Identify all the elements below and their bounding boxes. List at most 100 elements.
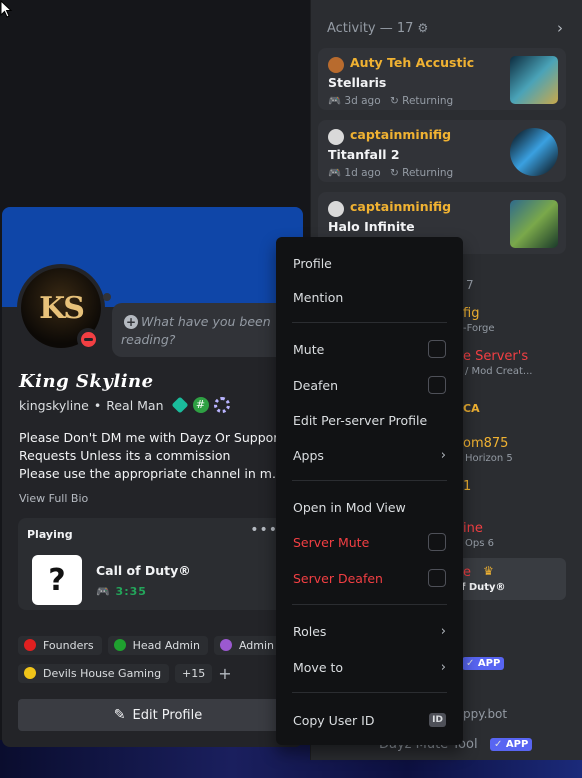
menu-item-mute[interactable]: Mute (284, 334, 455, 364)
role-color-dot (113, 639, 126, 651)
menu-item-label: Server Mute (293, 534, 370, 550)
role-pill[interactable]: Head Admin (107, 635, 208, 655)
activity-status: Returning (402, 95, 454, 107)
member-name: e (463, 565, 471, 580)
role-pill[interactable]: Founders (18, 635, 102, 655)
member-activity: Horizon 5 (465, 453, 513, 464)
menu-item-move-to[interactable]: Move to › (284, 652, 455, 682)
role-name: Founders (43, 638, 94, 652)
menu-item-profile[interactable]: Profile (284, 248, 455, 278)
chevron-right-icon: › (440, 447, 446, 463)
member-name[interactable]: ine (463, 521, 483, 536)
game-icon: ? (32, 555, 82, 605)
server-deafen-checkbox[interactable] (428, 569, 446, 587)
activity-meta: 🎮 3d ago ↻ Returning (328, 94, 453, 107)
menu-item-label: Deafen (293, 377, 338, 393)
mute-checkbox[interactable] (428, 340, 446, 358)
view-full-bio-link[interactable]: View Full Bio (19, 492, 88, 505)
menu-item-deafen[interactable]: Deafen (284, 370, 455, 400)
gear-icon[interactable]: ⚙ (417, 21, 428, 35)
separator-dot: • (93, 397, 102, 413)
menu-item-roles[interactable]: Roles › (284, 616, 455, 646)
username[interactable]: kingskyline (19, 398, 89, 413)
menu-item-label: Edit Per-server Profile (293, 412, 428, 428)
bio: Please Don't DM me with Dayz Or Support … (19, 429, 289, 483)
custom-status-bubble[interactable]: + What have you been reading? (112, 303, 303, 357)
member-name[interactable]: 1 (463, 479, 471, 494)
menu-item-label: Open in Mod View (293, 499, 406, 515)
activity-time: 3d ago (344, 95, 381, 107)
gamepad-icon: 🎮 (328, 167, 342, 179)
user-avatar (328, 129, 344, 145)
activity-section: Playing ••• ? Call of Duty® 🎮 3:35 (18, 518, 288, 610)
menu-separator (292, 692, 447, 693)
bio-line: Please use the appropriate channel in my… (19, 466, 289, 481)
chevron-right-icon: › (440, 623, 446, 639)
game-thumbnail (510, 200, 558, 248)
menu-separator (292, 480, 447, 481)
menu-item-mention[interactable]: Mention (284, 282, 455, 312)
menu-item-server-mute[interactable]: Server Mute (284, 527, 455, 557)
menu-item-open-in-mod-view[interactable]: Open in Mod View (284, 492, 455, 522)
activity-header[interactable]: Activity — 17 ⚙ › (327, 18, 563, 38)
menu-item-server-deafen[interactable]: Server Deafen (284, 563, 455, 593)
deafen-checkbox[interactable] (428, 376, 446, 394)
game-thumbnail (510, 128, 558, 176)
edit-profile-label: Edit Profile (132, 707, 203, 723)
roles-list: Founders Head Admin Admin Devils House G… (18, 631, 302, 687)
elapsed-time: 3:35 (115, 585, 147, 598)
boost-badge-icon[interactable] (213, 397, 230, 413)
game-thumbnail (510, 56, 558, 104)
server-mute-checkbox[interactable] (428, 533, 446, 551)
member-name[interactable]: e Server's (463, 349, 528, 364)
user-avatar (328, 201, 344, 217)
display-name: King Skyline (19, 371, 154, 392)
status-bubble-tail (103, 293, 111, 301)
role-pill[interactable]: Devils House Gaming (18, 663, 170, 683)
returning-icon: ↻ (389, 95, 399, 107)
add-role-icon[interactable]: + (218, 664, 231, 683)
menu-item-label: Server Deafen (293, 570, 383, 586)
activity-status: Returning (402, 167, 454, 179)
menu-item-apps[interactable]: Apps › (284, 440, 455, 470)
role-pill[interactable]: Admin (213, 635, 283, 655)
do-not-disturb-icon (80, 331, 96, 347)
role-name: Devils House Gaming (43, 666, 162, 680)
activity-game: Halo Infinite (328, 219, 415, 234)
activity-username: captainminifig (350, 199, 452, 214)
gamepad-icon: 🎮 (328, 95, 342, 107)
activity-username: Auty Teh Accustic (350, 55, 475, 70)
app-tag: ✓ APP (490, 738, 533, 751)
chevron-right-icon[interactable]: › (557, 19, 563, 37)
menu-item-label: Copy User ID (293, 712, 375, 728)
member-row-selected[interactable]: e ♛ f Duty® (459, 558, 566, 600)
role-name: Admin (238, 638, 275, 652)
activity-game: Titanfall 2 (328, 147, 400, 162)
avatar-monogram: KS (39, 290, 85, 326)
member-list-text: 7 (466, 278, 474, 292)
hashtag-badge-icon[interactable]: # (192, 397, 209, 413)
role-color-dot (24, 639, 36, 651)
more-options-icon[interactable]: ••• (250, 522, 278, 538)
id-badge-icon: ID (429, 713, 446, 727)
edit-profile-button[interactable]: ✎ Edit Profile (18, 699, 298, 731)
activity-card[interactable]: Auty Teh Accustic Stellaris 🎮 3d ago ↻ R… (318, 48, 566, 110)
hypesquad-badge-icon[interactable] (171, 396, 189, 414)
user-profile-popout: KS + What have you been reading? King Sk… (2, 207, 303, 747)
user-context-menu: Profile Mention Mute Deafen Edit Per-ser… (276, 237, 463, 745)
game-elapsed: 🎮 3:35 (96, 585, 147, 598)
activity-username: captainminifig (350, 127, 452, 142)
menu-item-edit-per-server-profile[interactable]: Edit Per-server Profile (284, 405, 455, 435)
member-name[interactable]: CA (463, 402, 480, 415)
member-name[interactable]: fig (463, 306, 479, 321)
more-roles-button[interactable]: +15 (175, 663, 213, 683)
menu-separator (292, 604, 447, 605)
activity-title: Activity — 17 (327, 20, 414, 36)
menu-item-copy-user-id[interactable]: Copy User ID ID (284, 705, 455, 735)
menu-item-label: Mention (293, 289, 344, 305)
returning-icon: ↻ (389, 167, 399, 179)
member-name[interactable]: om875 (463, 436, 508, 451)
member-activity: / Mod Creat... (465, 366, 533, 377)
activity-card[interactable]: captainminifig Titanfall 2 🎮 1d ago ↻ Re… (318, 120, 566, 182)
gamepad-icon: 🎮 (96, 585, 111, 598)
